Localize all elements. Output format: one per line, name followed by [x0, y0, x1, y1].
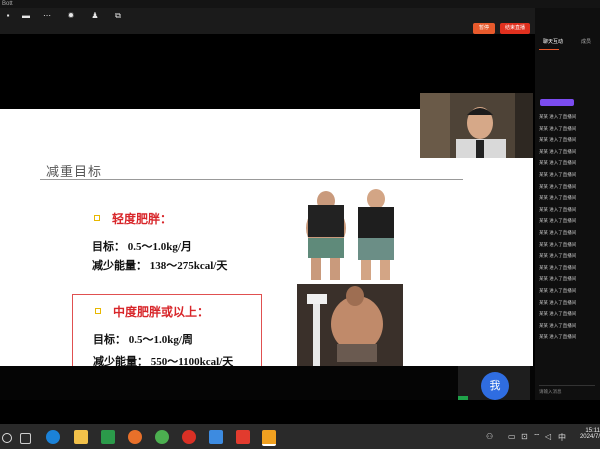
chat-input[interactable]: 请输入消息: [539, 389, 595, 397]
edge-browser-icon[interactable]: [46, 430, 60, 444]
chat-entry: 某某 进入了直播间: [539, 276, 577, 282]
chat-entry: 某某 进入了直播间: [539, 206, 577, 212]
slide-title: 减重目标: [46, 164, 103, 179]
chat-sidebar: 聊天互动 成员 某某 进入了直播间 某某 进入了直播间 某某 进入了直播间 某某 进入…: [535, 8, 600, 400]
self-avatar[interactable]: 我: [481, 372, 509, 400]
person-icon[interactable]: ⚇: [486, 432, 493, 441]
notice-chip[interactable]: [540, 99, 574, 106]
search-icon[interactable]: [2, 433, 12, 443]
firefox-icon[interactable]: [128, 430, 142, 444]
toolbar-share-button[interactable]: ⧉: [106, 11, 130, 22]
wifi-icon[interactable]: ⌔: [533, 432, 541, 442]
windows-taskbar: ⚇ ▭ ⊡ ⌔ ◁ 中 15:11 2024/7/: [0, 424, 600, 449]
chat-entry: 某某 进入了直播间: [539, 230, 577, 235]
mic-status-icon: [458, 396, 468, 400]
section2-goal: 目标： 0.5～1.0kg/周: [93, 334, 193, 346]
stage-bottom-bar: [0, 366, 535, 400]
chat-entry: 某某 进入了直播间: [539, 241, 577, 247]
chat-entry: 某某 进入了直播间: [539, 299, 577, 305]
section1-energy: 减少能量： 138～275kcal/天: [92, 260, 228, 272]
window-titlebar: Bott: [0, 0, 600, 8]
chat-entry: 某某 进入了直播间: [539, 160, 577, 166]
overweight-people-photo: [296, 183, 411, 283]
chat-entry: 某某 进入了直播间: [539, 334, 577, 340]
mic-icon: ⋯: [43, 11, 51, 20]
window-title: Bott: [2, 1, 13, 7]
store-icon[interactable]: [101, 430, 115, 444]
toolbar-mic-button[interactable]: ⋯: [35, 11, 59, 22]
share-icon: ⧉: [115, 11, 121, 20]
battery-icon[interactable]: ▭: [508, 432, 516, 441]
pause-button[interactable]: 暂停: [473, 23, 495, 34]
section1-goal: 目标： 0.5～1.0kg/月: [92, 241, 192, 253]
chat-entry: 某某 进入了直播间: [539, 172, 577, 177]
chat-entry: 某某 进入了直播间: [539, 148, 577, 154]
volume-icon[interactable]: ◁: [545, 432, 551, 441]
tab-chat[interactable]: 聊天互动: [543, 38, 563, 45]
chat-entry: 某某 进入了直播间: [539, 311, 577, 317]
file-explorer-icon[interactable]: [74, 430, 88, 444]
bullet-icon: [95, 308, 101, 314]
chat-entry: 某某 进入了直播间: [539, 137, 577, 143]
meeting-toolbar: ▪ ▬ ⋯ ✹ ♟ ⧉ 暂停 结束直播: [0, 8, 535, 34]
active-tab-indicator: [539, 49, 559, 50]
clock-date: 2024/7/: [579, 434, 600, 440]
chrome-icon[interactable]: [182, 430, 196, 444]
ime-indicator[interactable]: 中: [558, 432, 566, 443]
people-icon: ♟: [91, 11, 99, 20]
sidebar-tabs: 聊天互动 成员: [535, 38, 600, 48]
network-icon[interactable]: ⊡: [521, 432, 528, 441]
app-icon[interactable]: [155, 430, 169, 444]
chat-entry: 某某 进入了直播间: [539, 218, 577, 224]
system-clock[interactable]: 15:11 2024/7/: [575, 428, 600, 440]
chat-entry: 某某 进入了直播间: [539, 288, 577, 293]
chat-entry: 某某 进入了直播间: [539, 195, 577, 201]
chat-entry: 某某 进入了直播间: [539, 253, 577, 259]
task-view-icon[interactable]: [20, 433, 31, 444]
presenter-camera-video: [420, 93, 533, 158]
section2-heading: 中度肥胖或以上：: [113, 305, 210, 319]
section1-heading: 轻度肥胖：: [112, 212, 173, 226]
messenger-icon[interactable]: [209, 430, 223, 444]
gear-icon: ✹: [67, 11, 75, 20]
wps-icon[interactable]: [236, 430, 250, 444]
chat-entry: 某某 进入了直播间: [539, 322, 577, 328]
chat-entry: 某某 进入了直播间: [539, 114, 577, 119]
chat-entry: 某某 进入了直播间: [539, 125, 577, 131]
slide-divider: [40, 179, 463, 180]
bullet-icon: [94, 215, 100, 221]
end-live-button[interactable]: 结束直播: [500, 23, 530, 34]
chat-entry: 某某 进入了直播间: [539, 183, 577, 189]
tab-members[interactable]: 成员: [581, 38, 591, 45]
chat-entry: 某某 进入了直播间: [539, 264, 577, 270]
meeting-app-icon[interactable]: [262, 430, 276, 446]
toolbar-settings-button[interactable]: ✹: [59, 11, 83, 22]
presentation-stage: 减重目标 轻度肥胖： 目标： 0.5～1.0kg/月 减少能量： 138～275…: [0, 34, 535, 400]
input-divider: [539, 385, 595, 386]
toolbar-members-button[interactable]: ♟: [83, 11, 107, 22]
